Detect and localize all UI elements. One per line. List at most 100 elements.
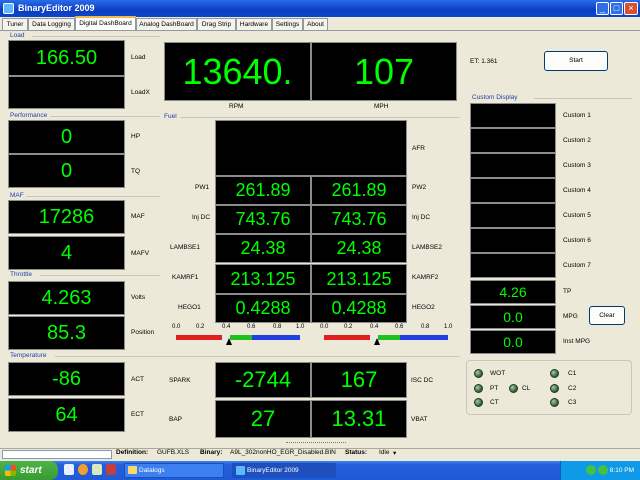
minimize-button[interactable]: _	[596, 2, 609, 15]
custom-5-label: Custom 5	[563, 212, 591, 219]
start-button[interactable]: Start	[544, 51, 608, 71]
pt-label: PT	[490, 385, 499, 392]
status-value[interactable]: Idle	[379, 449, 389, 456]
group-throttle-title: Throttle	[10, 271, 33, 278]
loadx-label: LoadX	[131, 89, 150, 96]
task-datalogs-label: Datalogs	[139, 467, 165, 474]
c2-label: C2	[568, 385, 577, 392]
tab-divider	[0, 30, 640, 31]
scale2-tick-3: 0.6	[395, 324, 404, 330]
custom-1-label: Custom 1	[563, 112, 591, 119]
tq-gauge: 0	[8, 154, 125, 188]
custom-6-display	[470, 228, 556, 253]
lambse1-gauge: 24.38	[215, 234, 311, 263]
pw1-gauge: 261.89	[215, 176, 311, 205]
ct-label: CT	[490, 399, 499, 406]
window-title: BinaryEditor 2009	[18, 3, 95, 13]
scale2-tick-5: 1.0	[444, 324, 453, 330]
group-fuel-line	[180, 117, 460, 118]
quicklaunch-app-icon[interactable]	[92, 464, 102, 475]
tab-data-logging[interactable]: Data Logging	[28, 18, 75, 30]
maximize-button[interactable]: □	[610, 2, 623, 15]
tp-label: TP	[563, 288, 572, 295]
wot-indicator-icon	[474, 369, 483, 378]
group-fuel-title: Fuel	[164, 113, 177, 120]
clear-button[interactable]: Clear	[589, 306, 625, 325]
spark-label: SPARK	[169, 377, 191, 384]
act-gauge: -86	[8, 362, 125, 396]
scale1-tick-2: 0.4	[222, 324, 231, 330]
volts-label: Volts	[131, 294, 146, 301]
afr-gauge	[215, 120, 407, 176]
custom-3-label: Custom 3	[563, 162, 591, 169]
kamrf1-label: KAMRF1	[172, 274, 199, 281]
pw1-label: PW1	[195, 184, 210, 191]
c2-indicator-icon	[550, 384, 559, 393]
volts-gauge: 4.263	[8, 281, 125, 315]
group-custom-title: Custom Display	[472, 94, 518, 101]
ect-label: ECT	[131, 411, 144, 418]
task-datalogs[interactable]: Datalogs	[124, 463, 224, 478]
spark-gauge: -2744	[215, 362, 311, 398]
hego1-scale: 0.0 0.2 0.4 0.6 0.8 1.0	[172, 324, 304, 350]
custom-3-display	[470, 153, 556, 178]
custom-7-display	[470, 253, 556, 278]
quicklaunch-desktop-icon[interactable]	[64, 464, 74, 475]
c3-indicator-icon	[550, 398, 559, 407]
bap-label: BAP	[169, 416, 183, 423]
group-temperature-title: Temperature	[10, 352, 47, 359]
tab-drag-strip[interactable]: Drag Strip	[197, 18, 236, 30]
kamrf1-gauge: 213.125	[215, 264, 311, 294]
mpg-label: MPG	[563, 313, 578, 320]
inst-mpg-label: Inst MPG	[563, 338, 591, 345]
custom-7-label: Custom 7	[563, 262, 591, 269]
tray-security-icon[interactable]	[598, 465, 608, 475]
tab-analog-dashboard[interactable]: Analog DashBoard	[136, 18, 197, 30]
custom-4-display	[470, 178, 556, 203]
scale1-ok-band	[230, 335, 252, 340]
hego2-gauge: 0.4288	[311, 294, 407, 323]
group-performance-title: Performance	[10, 112, 48, 119]
group-load-title: Load	[10, 32, 25, 39]
cl-label: CL	[522, 385, 531, 392]
scale1-tick-3: 0.6	[247, 324, 256, 330]
tab-digital-dashboard[interactable]: Digital DashBoard	[75, 16, 136, 30]
hego2-label: HEGO2	[412, 304, 435, 311]
status-label: Status:	[345, 449, 368, 456]
scale2-tick-4: 0.8	[421, 324, 430, 330]
tab-hardware[interactable]: Hardware	[236, 18, 272, 30]
tab-tuner[interactable]: Tuner	[2, 18, 28, 30]
lambse2-label: LAMBSE2	[412, 244, 442, 251]
vbat-label: VBAT	[411, 416, 428, 423]
tab-settings[interactable]: Settings	[272, 18, 303, 30]
hego2-scale: 0.0 0.2 0.4 0.6 0.8 1.0	[320, 324, 452, 350]
load-label: Load	[131, 54, 146, 61]
tq-label: TQ	[131, 168, 141, 175]
group-custom-line	[534, 98, 632, 99]
tab-about[interactable]: About	[303, 18, 328, 30]
quicklaunch-media-icon[interactable]	[106, 464, 116, 475]
group-load-line	[32, 36, 160, 37]
mph-label: MPH	[374, 103, 389, 110]
task-binaryeditor[interactable]: BinaryEditor 2009	[232, 463, 336, 478]
definition-value: GUFB.XLS	[157, 449, 190, 456]
scale2-ok-band	[378, 335, 400, 340]
quicklaunch-browser-icon[interactable]	[78, 464, 88, 475]
status-progress-field	[2, 450, 112, 459]
definition-label: Definition:	[116, 449, 149, 456]
vbat-gauge: 13.31	[311, 400, 407, 438]
inst-mpg-display: 0.0	[470, 330, 556, 354]
custom-2-display	[470, 128, 556, 153]
scale1-tick-1: 0.2	[196, 324, 205, 330]
splitter-grip[interactable]	[286, 442, 346, 446]
binary-value: A9L_302nonHO_EGR_Disabled.BIN	[230, 449, 336, 456]
act-label: ACT	[131, 376, 144, 383]
custom-2-label: Custom 2	[563, 137, 591, 144]
lambse1-label: LAMBSE1	[170, 244, 200, 251]
title-bar: BinaryEditor 2009	[0, 0, 640, 17]
status-dropdown-icon[interactable]: ▾	[393, 449, 396, 457]
tray-network-icon[interactable]	[586, 465, 596, 475]
injdc1-label: Inj DC	[192, 214, 211, 221]
c1-indicator-icon	[550, 369, 559, 378]
close-button[interactable]: ×	[624, 2, 638, 15]
